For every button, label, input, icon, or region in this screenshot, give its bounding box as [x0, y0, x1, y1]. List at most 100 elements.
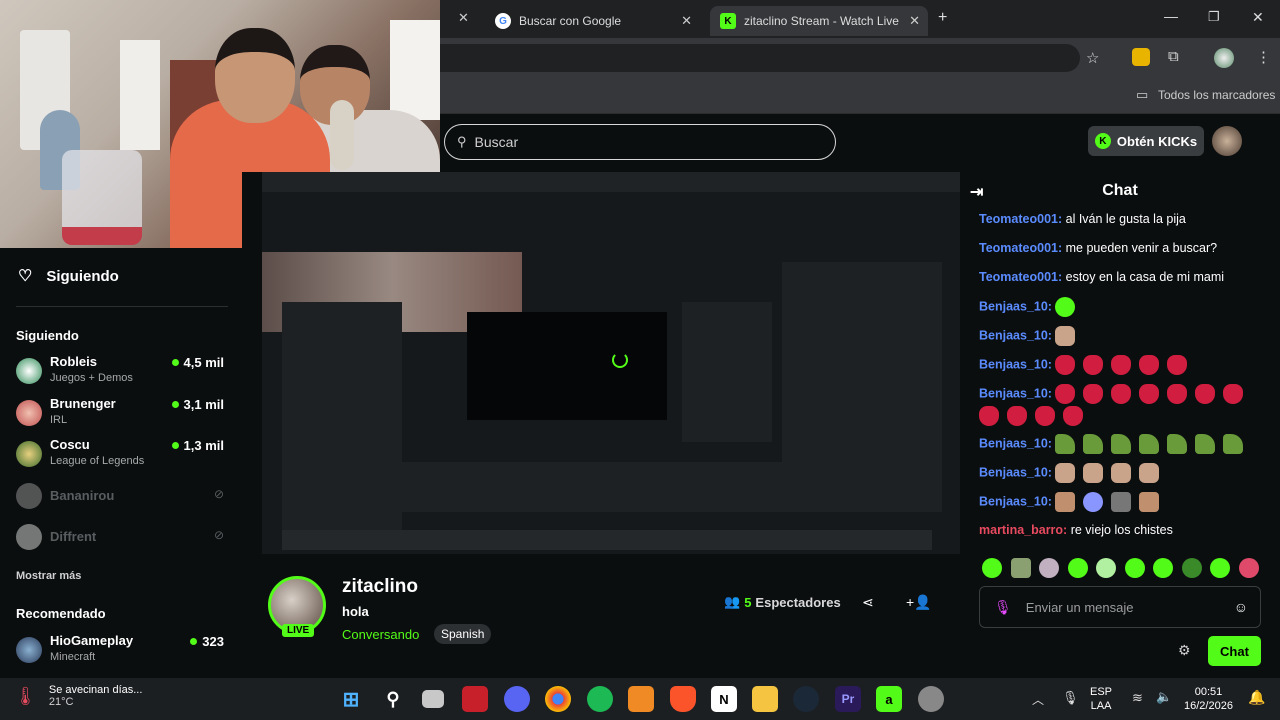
live-dot-icon — [171, 359, 179, 366]
steam-icon[interactable] — [793, 686, 819, 712]
chat-username[interactable]: Benjaas_10: — [979, 328, 1052, 342]
viewer-count: 323 — [190, 634, 224, 649]
chat-message-input[interactable]: 🎙 Enviar un mensaje ☺ — [979, 586, 1261, 628]
sidebar-item-hiogameplay[interactable]: HioGameplay Minecraft 323 — [16, 633, 228, 671]
emote-icon — [1139, 355, 1160, 375]
emote-icon[interactable] — [1067, 558, 1088, 578]
emote-icon[interactable] — [1010, 558, 1031, 578]
notification-bell-icon[interactable]: 🔔 — [1248, 689, 1265, 706]
emote-icon[interactable] — [1096, 558, 1116, 578]
language-indicator[interactable]: ESP LAA — [1090, 685, 1112, 713]
chat-input-placeholder: Enviar un mensaje — [1025, 599, 1134, 615]
emote-icon[interactable] — [1181, 558, 1202, 578]
channel-name: Brunenger — [50, 396, 116, 411]
chat-username[interactable]: Benjaas_10: — [979, 357, 1052, 371]
viewer-label: Espectadores — [755, 594, 841, 610]
chat-username[interactable]: Benjaas_10: — [979, 465, 1052, 479]
emote-icon[interactable] — [1238, 558, 1259, 578]
chat-username[interactable]: Teomateo001: — [979, 212, 1062, 226]
wifi-icon[interactable]: ≋ — [1132, 690, 1143, 706]
sidebar-item-coscu[interactable]: Coscu League of Legends 1,3 mil — [16, 437, 228, 475]
chat-message: Benjaas_10: — [979, 355, 1195, 375]
notion-icon[interactable]: N — [711, 686, 737, 712]
all-bookmarks-link[interactable]: Todos los marcadores — [1158, 88, 1275, 102]
share-icon[interactable]: ⋖ — [862, 594, 874, 611]
emote-icon — [1111, 355, 1132, 375]
file-explorer-icon[interactable] — [752, 686, 778, 712]
stream-category-link[interactable]: Conversando — [342, 627, 419, 642]
spotify-icon[interactable] — [587, 686, 613, 712]
profile-icon[interactable] — [1214, 48, 1234, 68]
microphone-icon[interactable]: 🎙 — [1062, 690, 1079, 706]
extensions-puzzle-icon[interactable]: ⧉ — [1168, 48, 1179, 65]
get-kicks-button[interactable]: K Obtén KICKs — [1088, 126, 1204, 156]
address-bar-row: ☆ ⧉ ⋮ — [440, 38, 1280, 78]
emoji-icon[interactable]: ☺ — [1234, 599, 1248, 615]
collapse-chat-icon[interactable]: ⇥ — [970, 182, 983, 202]
task-view-icon[interactable] — [422, 690, 444, 708]
voicemeeter-icon[interactable] — [462, 686, 488, 712]
minimize-icon[interactable]: — — [1164, 8, 1178, 24]
avatar[interactable] — [1212, 126, 1242, 156]
chat-username[interactable]: Teomateo001: — [979, 241, 1062, 255]
close-icon[interactable]: ✕ — [681, 13, 692, 29]
viewer-count: 4,5 mil — [171, 355, 224, 370]
search-input[interactable]: ⚲ Buscar — [444, 124, 836, 160]
chat-username[interactable]: Teomateo001: — [979, 270, 1062, 284]
chrome-icon[interactable] — [545, 686, 571, 712]
chat-message: Teomateo001: me pueden venir a buscar? — [979, 241, 1217, 255]
emote-icon[interactable] — [1153, 558, 1173, 578]
discord-icon[interactable] — [504, 686, 530, 712]
app-icon[interactable]: a — [876, 686, 902, 712]
emote-icon — [1055, 384, 1076, 404]
streamer-name[interactable]: zitaclino — [342, 576, 418, 598]
close-tab-icon[interactable]: ✕ — [458, 10, 469, 26]
emote-icon[interactable] — [1124, 558, 1145, 578]
follow-user-icon[interactable]: +👤 — [906, 594, 932, 611]
chat-username[interactable]: Benjaas_10: — [979, 436, 1052, 450]
chat-username[interactable]: martina_barro: — [979, 523, 1067, 537]
following-nav[interactable]: ♡ Siguiendo — [18, 266, 119, 286]
weather-widget[interactable]: 🌡 Se avecinan días... 21°C — [14, 684, 142, 708]
premiere-icon[interactable]: Pr — [835, 686, 861, 712]
browser-tab-bar: ✕ G Buscar con Google ✕ K zitaclino Stre… — [440, 0, 1280, 38]
clock[interactable]: 00:51 16/2/2026 — [1184, 685, 1233, 713]
sidebar-item-bananirou[interactable]: Bananirou ⊘ — [16, 479, 228, 517]
language-tag[interactable]: Spanish — [434, 624, 492, 644]
chat-message: Benjaas_10: — [979, 384, 1251, 404]
sidebar-item-robleis[interactable]: Robleis Juegos + Demos 4,5 mil — [16, 354, 228, 392]
show-more-link[interactable]: Mostrar más — [16, 570, 81, 582]
window-close-icon[interactable]: ✕ — [1252, 9, 1264, 26]
chevron-up-icon[interactable]: ︿ — [1032, 691, 1044, 708]
omnibox[interactable] — [440, 44, 1080, 72]
chat-username[interactable]: Benjaas_10: — [979, 299, 1052, 313]
chat-username[interactable]: Benjaas_10: — [979, 386, 1052, 400]
close-icon[interactable]: ✕ — [909, 13, 920, 29]
tab-google[interactable]: G Buscar con Google ✕ — [485, 6, 700, 36]
obs-icon[interactable] — [918, 686, 944, 712]
brave-icon[interactable] — [670, 686, 696, 712]
new-tab-icon[interactable]: + — [938, 9, 947, 27]
gear-icon[interactable]: ⚙ — [1178, 642, 1191, 659]
emote-icon[interactable] — [982, 558, 1002, 578]
bookmark-star-icon[interactable]: ☆ — [1086, 49, 1099, 67]
search-icon[interactable]: ⚲ — [380, 686, 406, 712]
divider — [16, 306, 228, 307]
sidebar-item-diffrent[interactable]: Diffrent ⊘ — [16, 520, 228, 558]
volume-icon[interactable]: 🔈 — [1156, 689, 1172, 705]
tab-kick[interactable]: K zitaclino Stream - Watch Live o ✕ — [710, 6, 928, 36]
fl-studio-icon[interactable] — [628, 686, 654, 712]
video-player[interactable] — [242, 172, 960, 554]
menu-dots-icon[interactable]: ⋮ — [1256, 48, 1271, 66]
windows-start-icon[interactable]: ⊞ — [338, 686, 364, 712]
chat-username[interactable]: Benjaas_10: — [979, 494, 1052, 508]
search-icon: ⚲ — [457, 134, 467, 149]
emote-icon[interactable] — [1039, 558, 1059, 578]
extension-icon[interactable] — [1132, 48, 1150, 66]
maximize-icon[interactable]: ❐ — [1208, 9, 1220, 25]
send-chat-button[interactable]: Chat — [1208, 636, 1261, 666]
emote-icon[interactable] — [1210, 558, 1230, 578]
sidebar-item-brunenger[interactable]: Brunenger IRL 3,1 mil — [16, 396, 228, 434]
microphone-icon[interactable]: 🎙 — [994, 599, 1012, 616]
live-badge: LIVE — [282, 624, 315, 637]
